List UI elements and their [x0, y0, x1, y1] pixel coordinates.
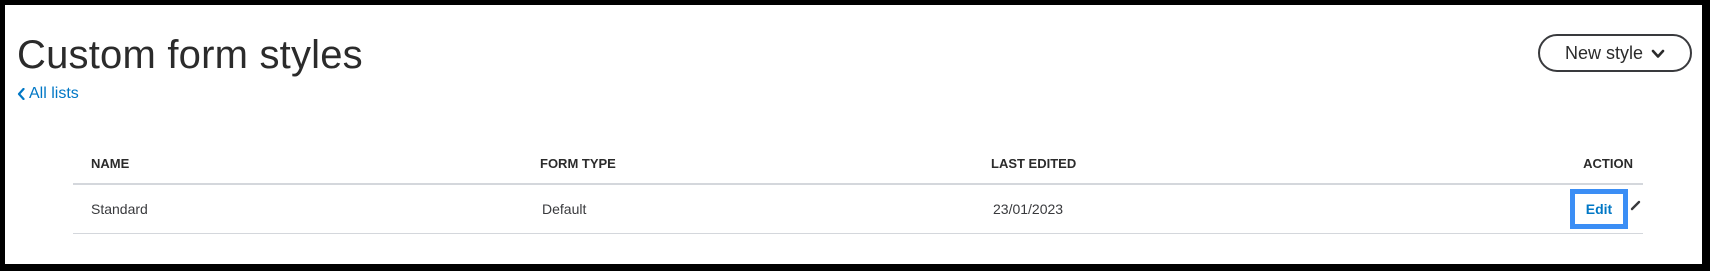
pencil-icon[interactable] — [1629, 198, 1643, 212]
cell-last-edited: 23/01/2023 — [993, 201, 1064, 217]
column-header-action: ACTION — [1583, 156, 1633, 171]
column-header-form-type: FORM TYPE — [540, 156, 616, 171]
form-styles-table: NAME FORM TYPE LAST EDITED ACTION Standa… — [73, 153, 1643, 234]
all-lists-link[interactable]: All lists — [17, 85, 79, 103]
new-style-label: New style — [1564, 42, 1644, 63]
column-header-name: NAME — [91, 156, 130, 171]
page-title: Custom form styles — [17, 33, 363, 77]
table-row: Standard Default 23/01/2023 Edit — [73, 185, 1643, 234]
column-header-last-edited: LAST EDITED — [991, 156, 1077, 171]
chevron-down-icon — [1651, 43, 1665, 64]
cell-action: Edit — [1570, 185, 1643, 233]
page-frame: Custom form styles All lists New style N… — [5, 5, 1702, 264]
cell-name: Standard — [91, 201, 148, 217]
new-style-button[interactable]: New style — [1538, 34, 1692, 72]
chevron-left-icon — [17, 88, 25, 100]
cell-form-type: Default — [542, 201, 587, 217]
table-header-row: NAME FORM TYPE LAST EDITED ACTION — [73, 153, 1643, 185]
all-lists-label: All lists — [29, 85, 79, 102]
edit-button[interactable]: Edit — [1570, 189, 1628, 229]
